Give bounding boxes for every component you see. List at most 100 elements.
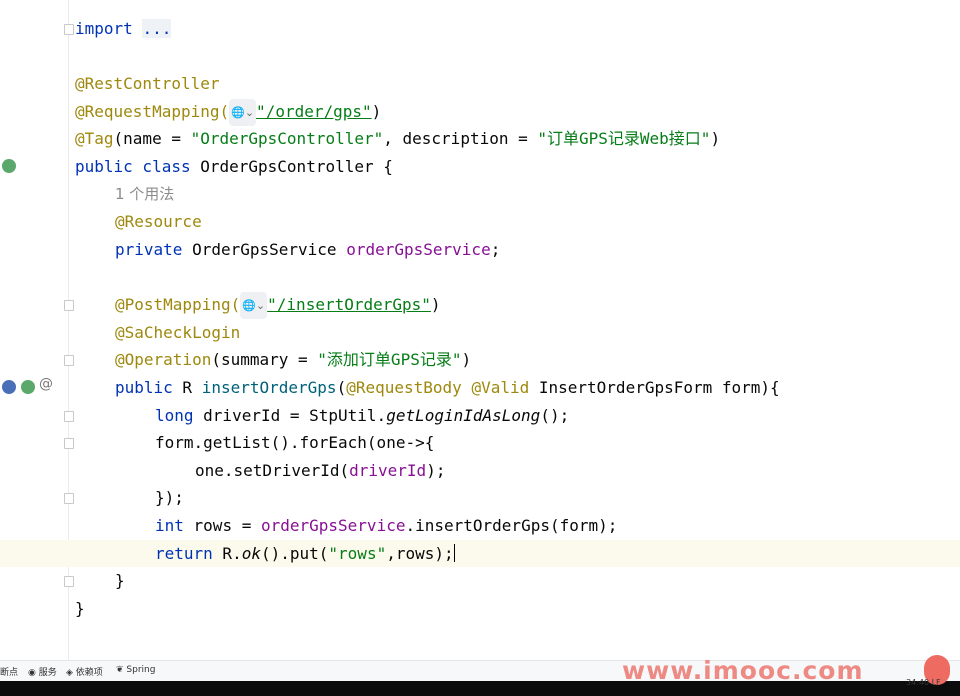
code-token: });: [155, 488, 184, 507]
code-line[interactable]: form.getList().forEach(one->{: [155, 429, 434, 456]
code-token: insertOrderGps: [201, 378, 337, 397]
code-token: R.: [212, 544, 242, 563]
code-line[interactable]: long driverId = StpUtil.getLoginIdAsLong…: [155, 402, 569, 429]
code-token: .insertOrderGps(form);: [405, 516, 618, 535]
code-line[interactable]: private OrderGpsService orderGpsService;: [115, 236, 500, 263]
text-caret: [453, 544, 455, 562]
code-token: rows =: [183, 516, 261, 535]
code-line[interactable]: @Tag(name = "OrderGpsController", descri…: [75, 125, 720, 152]
code-token: }: [115, 571, 125, 590]
code-token: ok: [241, 544, 261, 563]
tool-label: 服务: [38, 668, 57, 678]
code-token: ): [371, 102, 382, 121]
fold-marker-icon[interactable]: [64, 300, 74, 311]
tool-services[interactable]: ◉ 服务: [28, 665, 57, 678]
code-token: ;: [490, 240, 501, 259]
code-token: private: [115, 240, 183, 259]
fold-marker-icon[interactable]: [64, 493, 74, 504]
fold-marker-icon[interactable]: [64, 576, 74, 587]
code-token: (name =: [113, 129, 191, 148]
code-token: ().put(: [260, 544, 329, 563]
code-token: orderGpsService: [260, 516, 406, 535]
code-token: @RestController: [75, 74, 220, 93]
code-line[interactable]: @RequestMapping(🌐⌄ "/order/gps"): [75, 98, 382, 126]
code-token: orderGpsService: [346, 240, 491, 259]
code-token: OrderGpsController {: [190, 157, 393, 176]
spring-bean-icon[interactable]: [2, 159, 16, 173]
url-inlay-icon[interactable]: 🌐⌄: [229, 99, 257, 126]
code-token: @RequestMapping(: [75, 102, 230, 121]
code-token: long: [155, 406, 194, 425]
code-token: );: [426, 461, 446, 480]
code-token: ): [710, 129, 721, 148]
code-line[interactable]: }: [115, 567, 125, 594]
code-token: ): [430, 295, 441, 314]
code-token: form.getList().forEach(one->{: [155, 433, 435, 452]
code-token: public: [115, 378, 173, 397]
fold-marker-icon[interactable]: [64, 438, 74, 449]
code-token: @SaCheckLogin: [115, 323, 241, 342]
dependencies-icon: ◈: [66, 668, 76, 678]
code-token: ): [461, 350, 472, 369]
code-token: , description =: [383, 129, 538, 148]
code-editor[interactable]: @ import ... @RestController @RequestMap…: [0, 0, 960, 660]
code-token: @PostMapping(: [115, 295, 241, 314]
tool-dependencies[interactable]: ◈ 依赖项: [66, 665, 103, 678]
code-line[interactable]: });: [155, 484, 184, 511]
spring-endpoint-icon[interactable]: [21, 380, 35, 394]
code-token: driverId = StpUtil.: [193, 406, 387, 425]
code-token: @RequestBody: [346, 378, 462, 397]
folded-imports[interactable]: ...: [142, 19, 172, 38]
fold-marker-icon[interactable]: [64, 24, 74, 35]
code-line[interactable]: @PostMapping(🌐⌄ "/insertOrderGps"): [115, 291, 441, 319]
code-token: "订单GPS记录Web接口": [537, 129, 711, 148]
code-token: "添加订单GPS记录": [317, 350, 462, 369]
code-line[interactable]: @RestController: [75, 70, 220, 97]
code-token: InsertOrderGpsForm form){: [529, 378, 780, 397]
code-token: (summary =: [211, 350, 318, 369]
code-line[interactable]: one.setDriverId(driverId);: [195, 457, 445, 484]
imooc-watermark: www.imooc.com: [622, 656, 864, 685]
code-token: 1 个用法: [115, 185, 175, 203]
code-token: return: [155, 544, 213, 563]
spring-leaf-icon: ❦: [116, 665, 127, 675]
fold-marker-icon[interactable]: [64, 355, 74, 366]
code-line[interactable]: public class OrderGpsController {: [75, 153, 393, 180]
tool-label: Spring: [126, 665, 156, 675]
code-token: (: [336, 378, 347, 397]
run-rocket-icon[interactable]: [2, 380, 16, 394]
code-token: import: [75, 19, 133, 38]
code-token: getLoginIdAsLong: [386, 406, 541, 425]
code-token: ,rows);: [386, 544, 454, 563]
code-token: "rows": [328, 544, 387, 563]
code-line[interactable]: @Resource: [115, 208, 202, 235]
at-mapping-icon[interactable]: @: [39, 376, 53, 392]
code-token: R: [172, 378, 202, 397]
fold-marker-icon[interactable]: [64, 411, 74, 422]
code-line-current[interactable]: return R.ok().put("rows",rows);: [0, 540, 960, 567]
tool-spring[interactable]: ❦ Spring: [116, 665, 155, 675]
code-token: OrderGpsService: [182, 240, 347, 259]
caret-position[interactable]: 34:40 LF: [906, 678, 941, 687]
code-token: int: [155, 516, 184, 535]
code-token: @Operation: [115, 350, 212, 369]
tool-breakpoints[interactable]: 断点: [0, 665, 18, 678]
tool-label: 依赖项: [75, 668, 103, 678]
code-line[interactable]: @SaCheckLogin: [115, 319, 240, 346]
code-token: @Tag: [75, 129, 114, 148]
code-token: @Valid: [471, 378, 530, 397]
code-token: one.setDriverId(: [195, 461, 350, 480]
code-token[interactable]: "/insertOrderGps": [267, 295, 431, 314]
code-line[interactable]: }: [75, 595, 85, 622]
code-line[interactable]: @Operation(summary = "添加订单GPS记录"): [115, 346, 471, 373]
code-line[interactable]: int rows = orderGpsService.insertOrderGp…: [155, 512, 617, 539]
code-line-import[interactable]: import ...: [75, 15, 172, 42]
url-inlay-icon[interactable]: 🌐⌄: [240, 292, 268, 319]
usage-hint[interactable]: 1 个用法: [115, 181, 174, 208]
code-token[interactable]: "/order/gps": [256, 102, 372, 121]
code-token: driverId: [349, 461, 427, 480]
code-token: }: [75, 599, 85, 618]
code-line[interactable]: public R insertOrderGps(@RequestBody @Va…: [115, 374, 780, 401]
code-token: "OrderGpsController": [190, 129, 384, 148]
code-token: public class: [75, 157, 191, 176]
